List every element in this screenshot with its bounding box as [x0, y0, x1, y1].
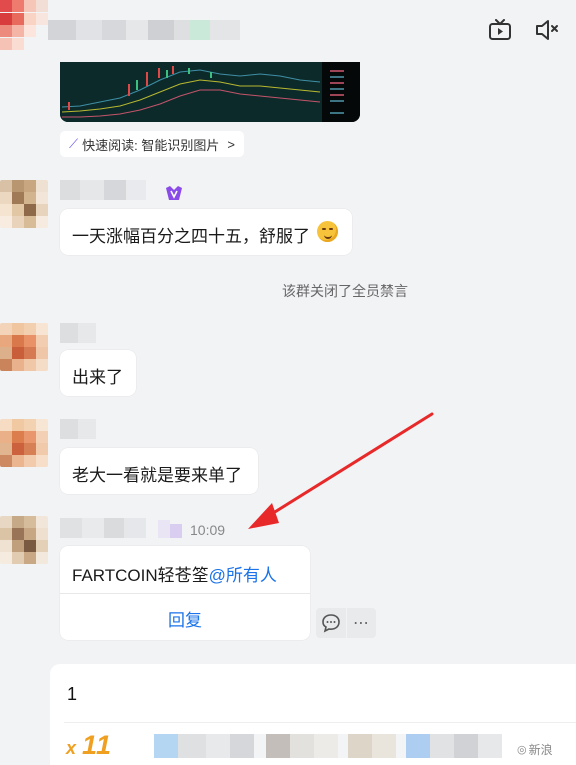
member-badge-blurred	[158, 520, 182, 538]
ellipsis-icon: ⋯	[353, 615, 370, 632]
multiplier-value: 11	[82, 730, 113, 760]
quick-read-chip[interactable]: ⟋ 快速阅读: 智能识别图片 >	[60, 131, 244, 157]
weibo-logo-icon: ◎	[517, 744, 527, 756]
mention-all-link[interactable]: @所有人	[209, 566, 277, 585]
group-avatar[interactable]	[0, 0, 48, 50]
speaker-icon[interactable]	[534, 17, 560, 43]
card-divider	[60, 593, 310, 594]
magic-wand-icon: ⟋	[69, 136, 79, 151]
system-notice: 该群关闭了全员禁言	[282, 283, 408, 299]
multiplier-x: x	[66, 738, 77, 758]
message-text: 一天涨幅百分之四十五，舒服了	[72, 227, 310, 246]
message-text: 老大一看就是要来单了	[72, 466, 242, 485]
avatar[interactable]	[0, 419, 48, 467]
sticker-bar-blurred	[154, 734, 554, 758]
sender-name-blurred	[60, 419, 96, 439]
watermark-text: 新浪	[528, 743, 553, 757]
comment-button[interactable]	[316, 608, 346, 638]
avatar[interactable]	[0, 323, 48, 371]
watermark: ◎ 新浪	[517, 741, 553, 758]
input-divider	[64, 722, 576, 723]
reply-button[interactable]: 回复	[60, 606, 310, 631]
chart-image-message[interactable]	[60, 62, 360, 122]
sticker-item[interactable]	[266, 734, 290, 758]
chart-thumbnail	[60, 62, 360, 122]
sender-name-blurred	[60, 180, 146, 200]
quick-read-label: 快速阅读: 智能识别图片	[82, 137, 220, 153]
tv-icon[interactable]	[487, 17, 513, 43]
sticker-item[interactable]	[348, 734, 372, 758]
message-bubble[interactable]: 老大一看就是要来单了	[60, 448, 258, 494]
avatar[interactable]	[0, 516, 48, 564]
mention-message-card[interactable]: FARTCOIN轻苍筌@所有人 回复	[60, 546, 310, 640]
message-bubble[interactable]: 一天涨幅百分之四十五，舒服了	[60, 209, 352, 255]
vip-badge-icon	[164, 184, 184, 207]
smirk-emoji-icon	[317, 221, 338, 242]
sender-name-blurred	[60, 323, 96, 343]
avatar[interactable]	[0, 180, 48, 228]
header-bar	[0, 0, 576, 62]
message-time: 10:09	[190, 522, 226, 538]
chevron-right-icon: >	[227, 136, 235, 152]
more-options-button[interactable]: ⋯	[347, 608, 376, 638]
input-value: 1	[67, 684, 78, 704]
message-prefix: FARTCOIN轻苍筌	[72, 566, 209, 585]
sticker-item[interactable]	[406, 734, 430, 758]
sender-name-blurred	[60, 518, 146, 538]
combo-multiplier: x 11	[66, 730, 112, 760]
comment-icon	[322, 614, 340, 633]
group-name-blurred	[48, 20, 240, 40]
message-input[interactable]: 1	[50, 664, 576, 722]
message-text: 出来了	[72, 368, 123, 387]
message-text: FARTCOIN轻苍筌@所有人	[72, 561, 277, 586]
message-bubble[interactable]: 出来了	[60, 350, 136, 396]
sticker-item[interactable]	[154, 734, 178, 758]
